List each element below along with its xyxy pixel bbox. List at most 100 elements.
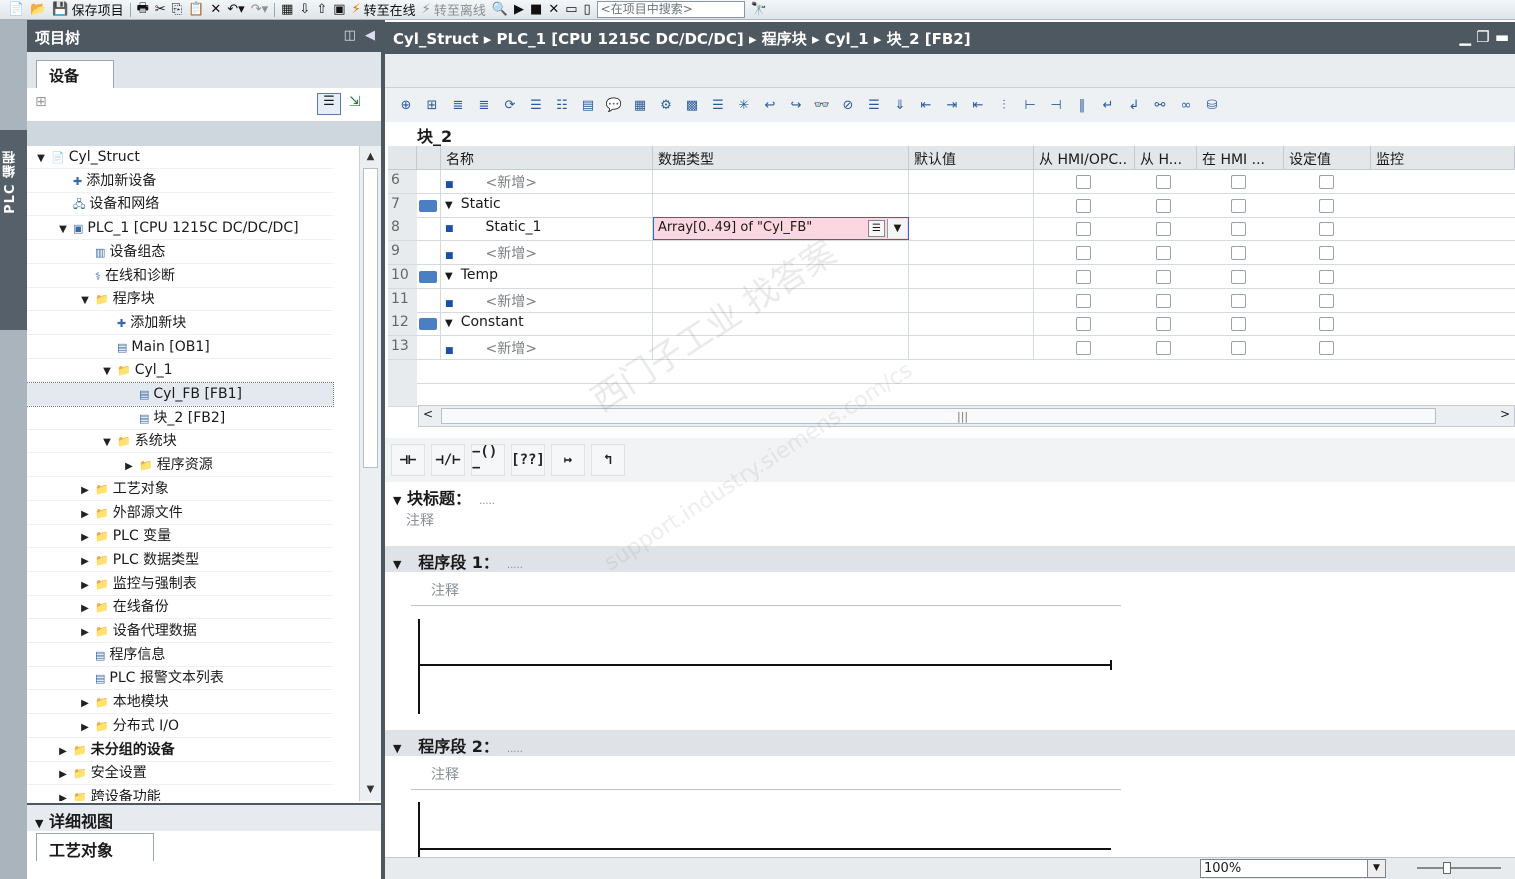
calls-icon[interactable]: ⚙ — [655, 94, 677, 116]
tree-item[interactable]: ▶ 📁 在线备份 — [27, 596, 333, 620]
breadcrumb-item[interactable]: Cyl_Struct — [393, 30, 479, 48]
collapsed-arrow-icon[interactable]: ▶ — [79, 716, 91, 739]
default-value-cell[interactable] — [909, 288, 1034, 312]
restore-icon[interactable]: ❐ — [1476, 28, 1489, 46]
hmi-accessible-checkbox[interactable] — [1076, 198, 1091, 213]
scroll-thumb[interactable]: ||| — [441, 408, 1436, 424]
split-vertical-icon[interactable]: ▯ — [584, 2, 591, 17]
scroll-thumb[interactable] — [363, 168, 378, 468]
tree-item[interactable]: ▶ 📁 PLC 数据类型 — [27, 549, 333, 572]
tree-item[interactable]: ▶ 📁 未分组的设备 — [27, 739, 333, 762]
col-header-default[interactable]: 默认值 — [909, 146, 1034, 170]
indent-left-icon[interactable]: ⇤ — [915, 94, 937, 116]
table-row[interactable] — [388, 359, 1515, 384]
table-row[interactable]: 10 ▼ Temp — [388, 264, 1515, 289]
new-group-icon[interactable]: ⊞ — [35, 94, 47, 110]
default-value-cell[interactable] — [909, 241, 1034, 265]
tree-item[interactable]: ⚕ 在线和诊断 — [27, 265, 333, 288]
setpoint-checkbox[interactable] — [1319, 317, 1334, 332]
project-search-input[interactable]: <在项目中搜索> — [596, 1, 745, 18]
compile-icon[interactable]: ▦ — [281, 2, 293, 17]
col-header-setpoint[interactable]: 设定值 — [1284, 146, 1371, 170]
breadcrumb-item[interactable]: PLC_1 [CPU 1215C DC/DC/DC] — [497, 30, 744, 48]
setpoint-checkbox[interactable] — [1319, 222, 1334, 237]
expanded-arrow-icon[interactable]: ▼ — [101, 431, 113, 454]
hmi-visible-checkbox[interactable] — [1231, 293, 1246, 308]
close-branch-icon[interactable]: ↰ — [591, 444, 625, 476]
scroll-down-icon[interactable]: ▼ — [362, 781, 379, 799]
column-icon[interactable]: ‖ — [1071, 94, 1093, 116]
hmi-writable-checkbox[interactable] — [1156, 198, 1171, 213]
collapsed-arrow-icon[interactable]: ▶ — [79, 597, 91, 620]
tree-item[interactable]: ▶ 📁 外部源文件 — [27, 502, 333, 525]
table-row[interactable]: 9 ■ <新增> — [388, 241, 1515, 266]
open-branch-icon[interactable]: ↦ — [551, 444, 585, 476]
hmi-visible-checkbox[interactable] — [1231, 269, 1246, 284]
tree-item[interactable]: ▤ Main [OB1] — [27, 336, 333, 359]
network-overview-icon[interactable]: ☰ — [707, 94, 729, 116]
hmi-accessible-checkbox[interactable] — [1076, 293, 1091, 308]
open-project-icon[interactable]: 📂 — [30, 2, 46, 17]
upload-icon[interactable]: ⇧ — [316, 2, 327, 17]
align-right-icon[interactable]: ⊣ — [1045, 94, 1067, 116]
network-2-rung[interactable] — [418, 848, 1111, 850]
go-online-button[interactable]: ⚡ 转至在线 — [352, 0, 416, 19]
network-1-comment[interactable]: 注释 — [431, 580, 459, 600]
tree-item[interactable]: ✚ 添加新块 — [27, 312, 333, 335]
collapsed-arrow-icon[interactable]: ▶ — [57, 763, 69, 786]
tab-technology-objects[interactable]: 工艺对象 — [36, 833, 154, 861]
tree-item[interactable]: ▼ 📄 Cyl_Struct — [27, 146, 333, 169]
collapsed-arrow-icon[interactable]: ▶ — [79, 479, 91, 502]
tree-item[interactable]: ▶ 📁 分布式 I/O — [27, 715, 333, 738]
tab-devices[interactable]: 设备 — [36, 60, 114, 88]
collapsed-arrow-icon[interactable]: ▶ — [79, 574, 91, 597]
undo-icon[interactable]: ↶▾ — [227, 2, 244, 17]
tree-item[interactable]: ▼ ▣ PLC_1 [CPU 1215C DC/DC/DC] — [27, 217, 333, 241]
delete-icon[interactable]: ✕ — [210, 2, 221, 17]
expanded-arrow-icon[interactable]: ▼ — [57, 218, 69, 241]
hmi-writable-checkbox[interactable] — [1156, 175, 1171, 189]
col-header-hmi-writable[interactable]: 从 H... — [1135, 146, 1197, 170]
hmi-visible-checkbox[interactable] — [1231, 246, 1246, 261]
setpoint-checkbox[interactable] — [1319, 269, 1334, 284]
accessible-devices-icon[interactable]: 🔍 — [492, 2, 508, 17]
indent-right-icon[interactable]: ⇥ — [941, 94, 963, 116]
tree-item[interactable]: ▼ 📁 系统块 — [27, 430, 333, 454]
tree-item[interactable]: ✚ 添加新设备 — [27, 170, 333, 193]
collapsed-arrow-icon[interactable]: ▶ — [79, 621, 91, 644]
block-heading[interactable]: ▼ 块标题：..... — [385, 482, 1515, 508]
return-alt-icon[interactable]: ↲ — [1123, 94, 1145, 116]
hmi-visible-checkbox[interactable] — [1231, 175, 1246, 189]
add-network-icon[interactable]: ≣ — [473, 94, 495, 116]
download-block-icon[interactable]: ⇓ — [889, 94, 911, 116]
datatype-cell[interactable] — [653, 264, 909, 288]
hmi-accessible-checkbox[interactable] — [1076, 222, 1091, 237]
expanded-arrow-icon[interactable]: ▼ — [445, 200, 453, 211]
setpoint-checkbox[interactable] — [1319, 198, 1334, 213]
breadcrumb-item[interactable]: 块_2 [FB2] — [887, 30, 971, 48]
tree-item[interactable]: ▼ 📁 程序块 — [27, 288, 333, 312]
datatype-cell[interactable] — [653, 170, 909, 193]
start-simulation-icon[interactable]: ▣ — [333, 2, 345, 17]
collapsed-arrow-icon[interactable]: ▶ — [79, 550, 91, 573]
collapsed-arrow-icon[interactable]: ▶ — [79, 503, 91, 526]
setpoint-checkbox[interactable] — [1319, 175, 1334, 189]
snapshot-icon[interactable]: ⛁ — [1201, 94, 1223, 116]
tree-item[interactable]: ▼ 📁 Cyl_1 — [27, 359, 333, 383]
insert-row-icon[interactable]: ⊕ — [395, 94, 417, 116]
expanded-arrow-icon[interactable]: ▼ — [445, 271, 453, 282]
tree-item[interactable]: ▶ 📁 设备代理数据 — [27, 620, 333, 643]
go-to-next-error-icon[interactable]: ↪ — [785, 94, 807, 116]
tree-item[interactable]: ▤ Cyl_FB [FB1] — [27, 382, 334, 407]
comments-icon[interactable]: 💬 — [603, 94, 625, 116]
empty-box-icon[interactable]: [??] — [511, 444, 545, 476]
coil-icon[interactable]: −()− — [471, 444, 505, 476]
hmi-writable-checkbox[interactable] — [1156, 246, 1171, 261]
overview-icon[interactable]: ☰ — [317, 93, 341, 115]
default-value-cell[interactable] — [909, 335, 1034, 359]
outdent-icon[interactable]: ⇤ — [967, 94, 989, 116]
collapsed-arrow-icon[interactable]: ▶ — [79, 526, 91, 549]
favorites-icon[interactable]: ☷ — [551, 94, 573, 116]
maximize-icon[interactable]: ▬ — [1495, 28, 1509, 46]
monitor-off-icon[interactable]: ⊘ — [837, 94, 859, 116]
